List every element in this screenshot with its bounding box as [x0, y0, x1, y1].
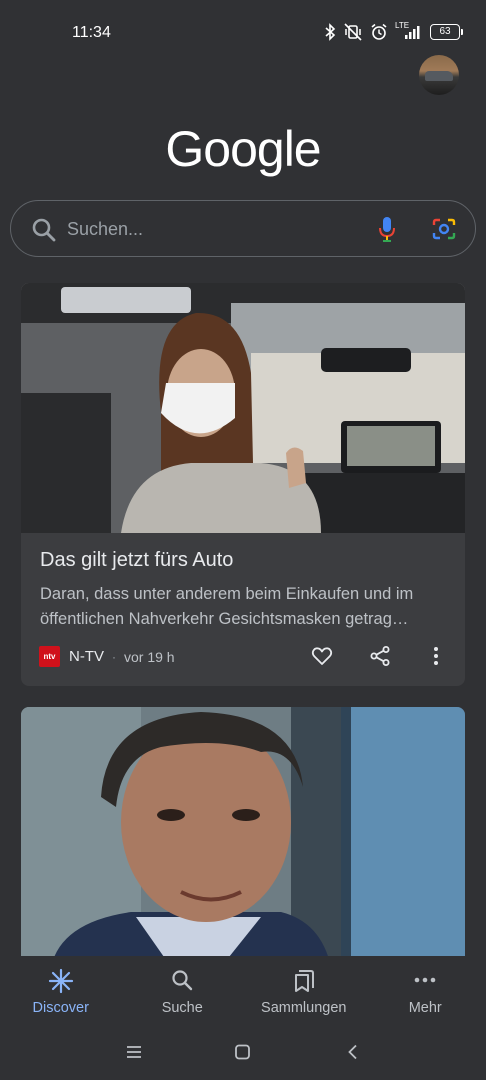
news-card-image[interactable] — [21, 283, 465, 533]
battery-icon: 63 — [430, 24, 463, 40]
news-card-image[interactable] — [21, 707, 465, 967]
search-box[interactable]: Suchen... — [10, 200, 476, 257]
source-logo: ntv — [39, 646, 60, 667]
battery-level: 63 — [439, 26, 451, 37]
avatar-car-image — [425, 71, 453, 81]
news-card-meta: ntv N-TV · vor 19 h — [39, 646, 175, 667]
heart-icon[interactable] — [311, 645, 333, 667]
search-icon — [172, 970, 193, 991]
microphone-icon[interactable] — [377, 215, 397, 243]
share-icon[interactable] — [369, 645, 391, 667]
news-card[interactable] — [21, 707, 465, 967]
news-card-snippet[interactable]: Daran, dass unter anderem beim Einkaufen… — [40, 582, 450, 632]
vibrate-off-icon — [344, 23, 362, 41]
status-time: 11:34 — [72, 24, 111, 41]
google-logo: Google — [165, 121, 321, 177]
portrait-photo — [21, 707, 465, 967]
nav-label-discover: Discover — [32, 1000, 89, 1016]
meta-separator: · — [112, 649, 116, 664]
nav-discover[interactable]: Discover — [0, 956, 122, 1028]
news-card-title[interactable]: Das gilt jetzt fürs Auto — [40, 549, 233, 572]
more-horizontal-icon — [414, 977, 436, 983]
status-bar: 11:34 LTE 63 — [0, 0, 486, 60]
bluetooth-icon — [325, 23, 336, 41]
discover-icon — [48, 968, 73, 994]
search-input[interactable]: Suchen... — [67, 219, 143, 240]
news-card[interactable]: Das gilt jetzt fürs Auto Daran, dass unt… — [21, 283, 465, 686]
signal-icon: LTE — [395, 21, 423, 41]
nav-label-search: Suche — [161, 1000, 203, 1016]
home-icon[interactable] — [234, 1044, 252, 1060]
nav-label-collections: Sammlungen — [261, 1000, 347, 1016]
news-source: N-TV — [69, 648, 104, 665]
recent-apps-icon[interactable] — [125, 1044, 143, 1060]
nav-search[interactable]: Suche — [122, 956, 244, 1028]
alarm-icon — [371, 23, 387, 40]
google-lens-icon[interactable] — [431, 217, 457, 241]
news-time: vor 19 h — [124, 648, 175, 665]
back-icon[interactable] — [346, 1044, 360, 1060]
nav-collections[interactable]: Sammlungen — [243, 956, 365, 1028]
status-icons: LTE 63 — [324, 21, 463, 41]
system-navigation-bar — [0, 1028, 486, 1080]
search-icon — [32, 218, 56, 242]
car-interior-photo — [21, 283, 465, 533]
nav-more[interactable]: Mehr — [365, 956, 486, 1028]
collections-icon — [294, 970, 314, 992]
nav-label-more: Mehr — [408, 1000, 442, 1016]
account-avatar[interactable] — [419, 55, 459, 95]
bottom-navigation: Discover Suche Sammlungen Mehr — [0, 956, 486, 1028]
more-vertical-icon[interactable] — [426, 645, 446, 667]
